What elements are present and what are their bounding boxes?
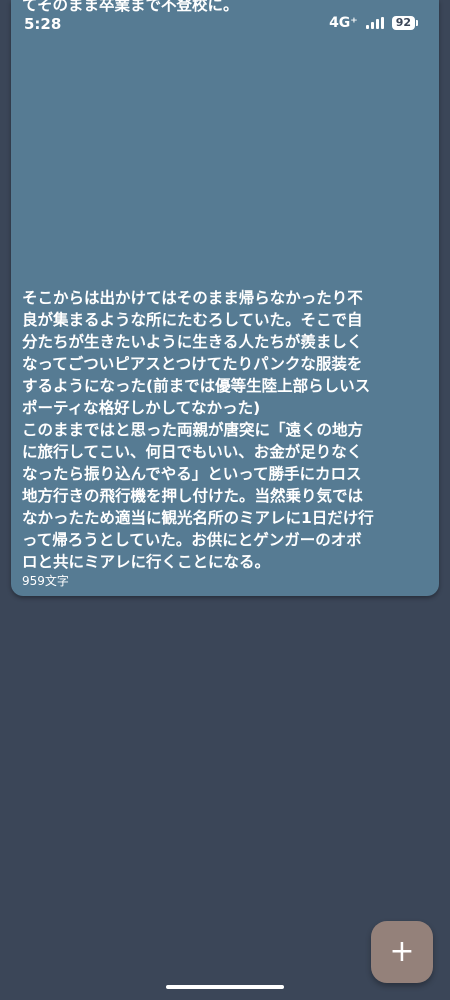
status-bar: 5:28 4G⁺ 92 bbox=[0, 0, 450, 42]
home-indicator[interactable] bbox=[166, 985, 284, 989]
char-count: 959文字 bbox=[22, 574, 69, 588]
add-button[interactable]: + bbox=[371, 921, 433, 983]
note-paragraph: このままではと思った両親が唐突に「遠くの地方に旅行してこい、何日でもいい、お金が… bbox=[22, 421, 374, 571]
status-time: 5:28 bbox=[24, 15, 62, 33]
plus-icon: + bbox=[389, 934, 415, 969]
status-icons: 4G⁺ 92 bbox=[329, 15, 418, 31]
note-card[interactable]: てそのまま卒業まで不登校に。 そこからは出かけてはそのまま帰らなかったり不良が集… bbox=[11, 0, 439, 596]
battery-level: 92 bbox=[391, 16, 415, 30]
signal-icon bbox=[365, 17, 384, 29]
note-paragraph: そこからは出かけてはそのまま帰らなかったり不良が集まるような所にたむろしていた。… bbox=[22, 289, 371, 417]
note-body: そこからは出かけてはそのまま帰らなかったり不良が集まるような所にたむろしていた。… bbox=[22, 287, 374, 573]
battery-icon: 92 bbox=[391, 16, 418, 30]
network-type: 4G⁺ bbox=[329, 15, 358, 31]
